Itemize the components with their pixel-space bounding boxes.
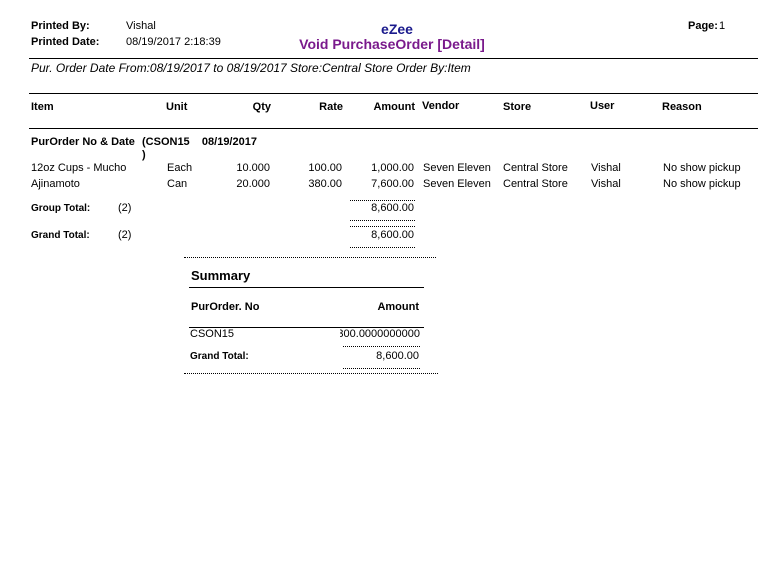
- summary-col-no: PurOrder. No: [191, 301, 260, 313]
- page-label: Page:: [688, 20, 718, 32]
- printed-by-label: Printed By:: [31, 20, 90, 32]
- printed-date-label: Printed Date:: [31, 36, 100, 48]
- row-item: 12oz Cups - Mucho: [31, 162, 127, 174]
- row-amount: 7,600.00: [371, 178, 414, 190]
- printed-by-value: Vishal: [126, 20, 156, 32]
- col-qty: Qty: [252, 101, 271, 113]
- filter-text: Pur. Order Date From:08/19/2017 to 08/19…: [31, 61, 471, 75]
- row-qty: 10.000: [236, 162, 270, 174]
- grand-total-count: (2): [118, 229, 132, 241]
- row-store: Central Store: [503, 178, 568, 190]
- summary-grand-total-amount: 8,600.00: [376, 350, 419, 362]
- col-item: Item: [31, 101, 54, 113]
- row-unit: Can: [167, 178, 188, 190]
- row-reason: No show pickup: [663, 162, 741, 174]
- col-reason: Reason: [662, 101, 702, 113]
- summary-total-bottom-rule: [343, 368, 420, 369]
- summary-total-top-rule: [343, 346, 420, 347]
- row-amount: 1,000.00: [371, 162, 414, 174]
- row-qty: 20.000: [236, 178, 270, 190]
- row-user: Vishal: [591, 162, 621, 174]
- grand-total-label: Grand Total:: [31, 230, 90, 241]
- summary-grand-total-label: Grand Total:: [190, 351, 249, 362]
- summary-title: Summary: [191, 268, 251, 283]
- grand-total-bottom-rule: [350, 247, 415, 248]
- col-unit: Unit: [166, 101, 188, 113]
- row-vendor: Seven Eleven: [423, 178, 491, 190]
- group-label: PurOrder No & Date: [31, 136, 135, 148]
- row-store: Central Store: [503, 162, 568, 174]
- column-header-bottom-rule: [29, 128, 758, 129]
- group-value-close: ): [142, 149, 146, 161]
- summary-bottom-rule: [184, 373, 438, 374]
- grand-total-amount: 8,600.00: [371, 229, 414, 241]
- company-name: eZee: [381, 21, 413, 37]
- grand-total-top-rule: [350, 226, 415, 227]
- group-total-count: (2): [118, 202, 132, 214]
- group-total-top-rule: [350, 200, 415, 201]
- summary-row-no: CSON15: [190, 328, 235, 340]
- col-user: User: [590, 100, 615, 112]
- summary-title-rule: [189, 287, 424, 288]
- group-total-label: Group Total:: [31, 203, 91, 214]
- summary-top-rule: [184, 257, 436, 258]
- report-title: Void PurchaseOrder [Detail]: [299, 36, 485, 52]
- row-reason: No show pickup: [663, 178, 741, 190]
- group-value: (CSON15 08/19/2017: [142, 136, 257, 148]
- page-number: 1: [719, 20, 726, 32]
- summary-col-amount: Amount: [377, 301, 419, 313]
- col-store: Store: [503, 101, 532, 113]
- header-divider: [29, 58, 758, 59]
- row-item: Ajinamoto: [31, 178, 80, 190]
- col-amount: Amount: [373, 101, 415, 113]
- row-rate: 100.00: [308, 162, 342, 174]
- row-user: Vishal: [591, 178, 621, 190]
- column-header-top-rule: [29, 93, 758, 94]
- summary-row-amount: 300.0000000000: [340, 328, 420, 340]
- group-total-amount: 8,600.00: [371, 202, 414, 214]
- row-rate: 380.00: [308, 178, 342, 190]
- col-vendor: Vendor: [422, 100, 460, 112]
- row-unit: Each: [167, 162, 193, 174]
- group-total-bottom-rule: [350, 220, 415, 221]
- printed-date-value: 08/19/2017 2:18:39: [126, 36, 221, 48]
- row-vendor: Seven Eleven: [423, 162, 491, 174]
- col-rate: Rate: [319, 101, 343, 113]
